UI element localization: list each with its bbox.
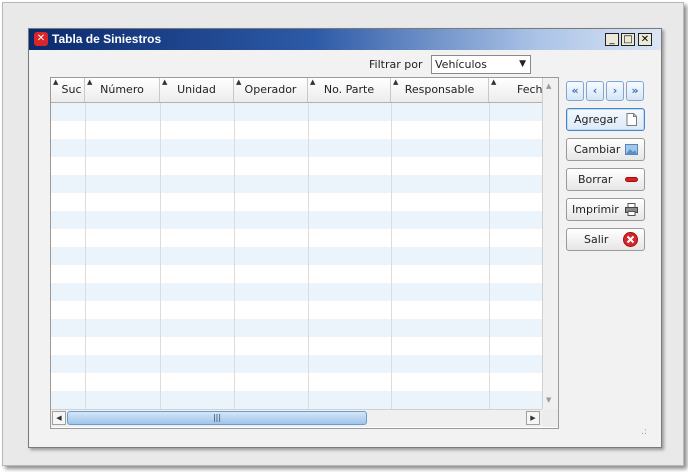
column-header-no-parte[interactable]: ▲ No. Parte bbox=[308, 78, 391, 102]
maximize-button[interactable]: □ bbox=[621, 33, 635, 46]
window-title: Tabla de Siniestros bbox=[52, 32, 162, 46]
edit-picture-icon bbox=[625, 144, 638, 155]
sort-icon: ▲ bbox=[53, 78, 59, 86]
new-document-icon bbox=[626, 113, 637, 126]
agregar-label: Agregar bbox=[574, 113, 618, 126]
sort-icon: ▲ bbox=[162, 78, 168, 86]
previous-record-button[interactable]: ‹ bbox=[586, 81, 604, 101]
column-divider bbox=[85, 103, 86, 409]
column-header-suc[interactable]: ▲ Suc bbox=[51, 78, 85, 102]
table-row[interactable] bbox=[51, 283, 542, 301]
table-row[interactable] bbox=[51, 391, 542, 409]
horizontal-scrollbar[interactable]: ◀ ||| ▶ bbox=[51, 409, 542, 427]
column-divider bbox=[160, 103, 161, 409]
table-row[interactable] bbox=[51, 319, 542, 337]
siniestros-window: ✕ Tabla de Siniestros _ □ ✕ Filtrar por … bbox=[28, 28, 662, 448]
scroll-down-icon[interactable]: ▼ bbox=[546, 396, 551, 404]
printer-icon bbox=[625, 203, 638, 216]
column-header-responsable[interactable]: ▲ Responsable bbox=[391, 78, 489, 102]
table-header: ▲ Suc ▲ Número ▲ Unidad ▲ Operador ▲ No.… bbox=[51, 78, 542, 103]
scroll-right-icon[interactable]: ▶ bbox=[526, 411, 540, 425]
imprimir-button[interactable]: Imprimir bbox=[566, 198, 645, 221]
table-row[interactable] bbox=[51, 337, 542, 355]
salir-label: Salir bbox=[584, 233, 609, 246]
table-row[interactable] bbox=[51, 193, 542, 211]
delete-minus-icon bbox=[625, 177, 638, 182]
borrar-label: Borrar bbox=[578, 173, 613, 186]
sort-icon: ▲ bbox=[87, 78, 93, 86]
table-row[interactable] bbox=[51, 121, 542, 139]
column-divider bbox=[308, 103, 309, 409]
imprimir-label: Imprimir bbox=[572, 203, 619, 216]
filter-select[interactable]: Vehículos ▼ bbox=[431, 55, 531, 74]
filter-label: Filtrar por bbox=[369, 58, 423, 71]
title-bar[interactable]: ✕ Tabla de Siniestros _ □ ✕ bbox=[29, 29, 661, 50]
sort-icon: ▲ bbox=[491, 78, 497, 86]
salir-button[interactable]: Salir bbox=[566, 228, 645, 251]
scroll-left-icon[interactable]: ◀ bbox=[52, 411, 66, 425]
table-row[interactable] bbox=[51, 139, 542, 157]
table-row[interactable] bbox=[51, 211, 542, 229]
scrollbar-corner bbox=[542, 409, 558, 427]
horizontal-scroll-thumb[interactable]: ||| bbox=[67, 411, 367, 425]
column-divider bbox=[489, 103, 490, 409]
table-body[interactable] bbox=[51, 103, 542, 409]
siniestros-table[interactable]: ▲ Suc ▲ Número ▲ Unidad ▲ Operador ▲ No.… bbox=[50, 77, 559, 429]
filter-selected-value: Vehículos bbox=[435, 58, 488, 71]
table-row[interactable] bbox=[51, 229, 542, 247]
table-row[interactable] bbox=[51, 265, 542, 283]
sort-icon: ▲ bbox=[236, 78, 242, 86]
first-record-button[interactable]: « bbox=[566, 81, 584, 101]
column-header-fecha[interactable]: ▲ Fech bbox=[489, 78, 542, 102]
table-row[interactable] bbox=[51, 355, 542, 373]
table-row[interactable] bbox=[51, 157, 542, 175]
app-tools-icon: ✕ bbox=[34, 32, 48, 46]
table-row[interactable] bbox=[51, 301, 542, 319]
exit-close-icon bbox=[623, 232, 638, 247]
table-row[interactable] bbox=[51, 373, 542, 391]
cambiar-button[interactable]: Cambiar bbox=[566, 138, 645, 161]
next-record-button[interactable]: › bbox=[606, 81, 624, 101]
resize-grip-icon[interactable]: .: bbox=[641, 427, 647, 437]
column-header-unidad[interactable]: ▲ Unidad bbox=[160, 78, 234, 102]
table-row[interactable] bbox=[51, 103, 542, 121]
column-header-operador[interactable]: ▲ Operador bbox=[234, 78, 308, 102]
close-button[interactable]: ✕ bbox=[638, 33, 652, 46]
minimize-button[interactable]: _ bbox=[605, 33, 619, 46]
column-header-numero[interactable]: ▲ Número bbox=[85, 78, 160, 102]
scroll-up-icon[interactable]: ▲ bbox=[546, 82, 551, 90]
column-divider bbox=[391, 103, 392, 409]
borrar-button[interactable]: Borrar bbox=[566, 168, 645, 191]
table-row[interactable] bbox=[51, 175, 542, 193]
agregar-button[interactable]: Agregar bbox=[566, 108, 645, 131]
column-divider bbox=[234, 103, 235, 409]
cambiar-label: Cambiar bbox=[574, 143, 621, 156]
dropdown-arrow-icon: ▼ bbox=[519, 59, 526, 69]
table-row[interactable] bbox=[51, 247, 542, 265]
sort-icon: ▲ bbox=[310, 78, 316, 86]
sort-icon: ▲ bbox=[393, 78, 399, 86]
vertical-scrollbar[interactable]: ▲ ▼ bbox=[542, 78, 558, 409]
last-record-button[interactable]: » bbox=[626, 81, 644, 101]
